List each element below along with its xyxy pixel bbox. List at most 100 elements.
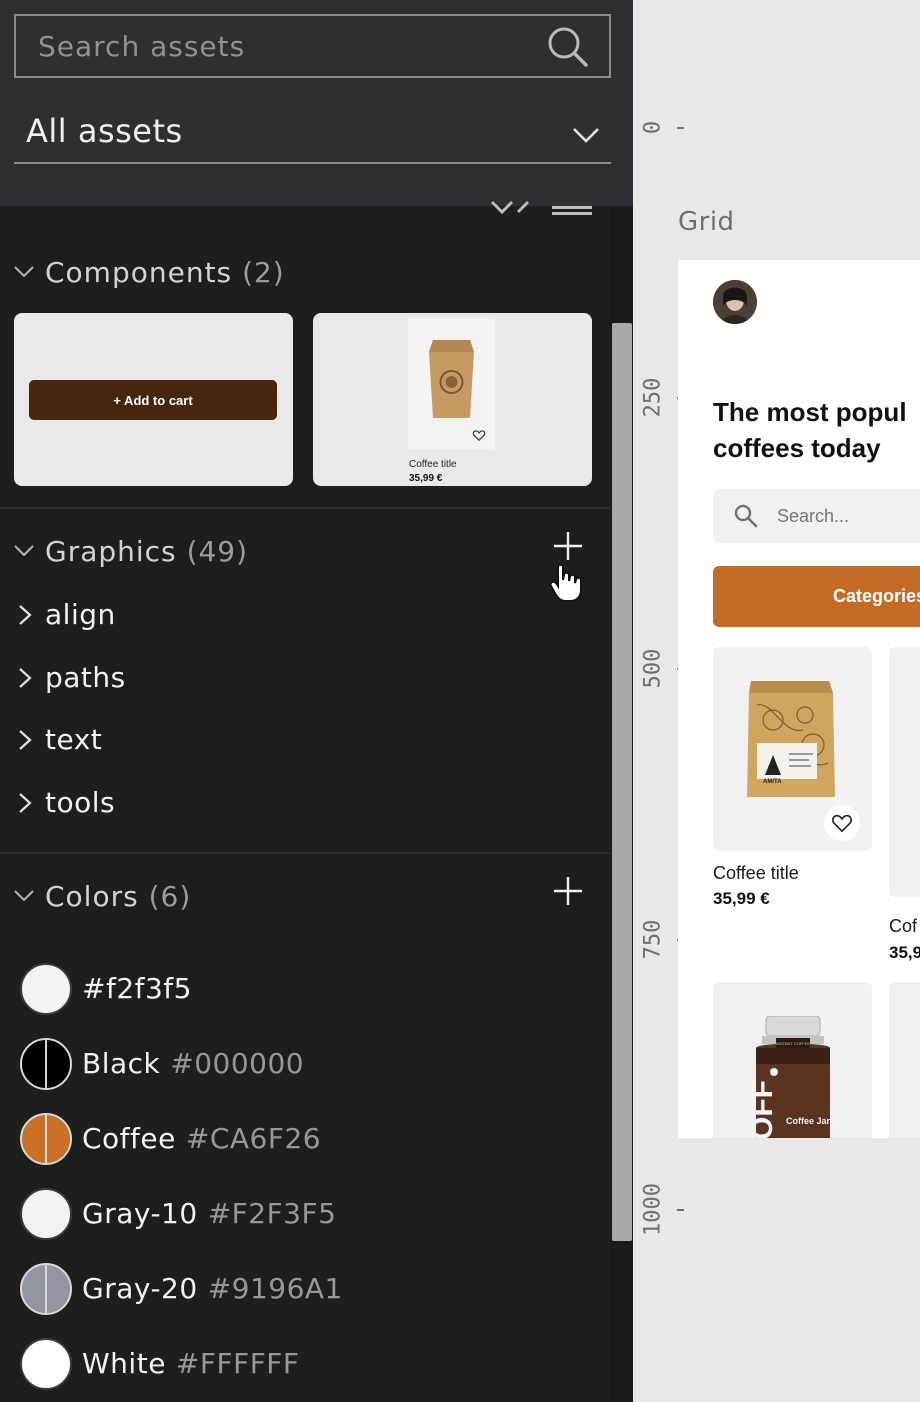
view-mode-icons[interactable] — [488, 196, 598, 218]
chevron-right-icon — [19, 605, 32, 625]
add-color-button[interactable] — [552, 875, 584, 907]
ruler-label: 0 — [640, 120, 666, 135]
jar-label-text: Coffee Jar Mockup — [786, 1116, 838, 1126]
color-name: #f2f3f5 — [82, 972, 192, 1005]
add-to-cart-button-preview: + Add to cart — [29, 380, 277, 420]
add-graphic-button[interactable] — [552, 530, 584, 562]
ruler-label: 750 — [640, 919, 666, 960]
search-placeholder: Search assets — [38, 29, 246, 63]
folder-label: text — [45, 723, 103, 756]
color-name: Coffee — [82, 1122, 176, 1155]
components-section-header[interactable]: Components (2) — [0, 247, 610, 297]
heart-icon — [472, 430, 486, 442]
jar-top-label: INSTANT COFFEE — [776, 1041, 810, 1046]
chevron-down-icon — [573, 128, 599, 143]
chevron-down-icon — [14, 266, 34, 278]
graphics-folder-tools[interactable]: tools — [0, 778, 600, 828]
color-hex: #FFFFFF — [175, 1347, 300, 1380]
ruler-label: 1000 — [640, 1183, 666, 1236]
product-card-title: Coffee title — [409, 459, 457, 470]
grid-frame[interactable]: The most popul coffees today Search... C… — [678, 260, 920, 1138]
components-count: (2) — [242, 255, 285, 289]
product-card[interactable]: AMITA — [713, 647, 872, 851]
product-image — [408, 318, 495, 450]
graphics-folder-align[interactable]: align — [0, 590, 600, 640]
component-product-card[interactable]: Coffee title 35,99 € — [313, 313, 592, 486]
folder-label: paths — [45, 661, 126, 694]
color-hex: #CA6F26 — [185, 1122, 322, 1155]
product-price: 35,99 € — [713, 889, 770, 908]
section-divider — [0, 507, 610, 509]
heart-icon — [832, 814, 852, 833]
chevron-down-icon — [14, 545, 34, 557]
folder-label: align — [45, 598, 116, 631]
chevron-down-icon — [14, 890, 34, 902]
color-swatch — [20, 1188, 72, 1240]
color-hex: #000000 — [170, 1047, 305, 1080]
ruler-tick — [677, 127, 684, 129]
search-field[interactable]: Search... — [713, 489, 920, 543]
color-hex: #F2F3F5 — [207, 1197, 337, 1230]
color-item-white[interactable]: White #FFFFFF — [20, 1338, 600, 1392]
colors-section-header[interactable]: Colors (6) — [0, 871, 610, 921]
list-view-icon — [552, 206, 592, 215]
product-card-price: 35,99 € — [409, 473, 443, 484]
assets-panel-header: Search assets All assets — [0, 0, 633, 206]
color-swatch — [20, 1263, 72, 1315]
color-name: Gray-10 — [82, 1197, 198, 1230]
color-name: Black — [82, 1047, 161, 1080]
color-swatch — [20, 1338, 72, 1390]
search-assets-input[interactable]: Search assets — [14, 14, 611, 78]
assets-panel: Search assets All assets Components (2) … — [0, 0, 633, 1402]
colors-count: (6) — [148, 879, 192, 913]
coffee-bag-image: AMITA — [747, 681, 835, 797]
chevron-right-icon — [19, 793, 32, 813]
color-swatch — [20, 963, 72, 1015]
component-add-to-cart[interactable]: + Add to cart — [14, 313, 293, 486]
scrollbar-thumb[interactable] — [612, 323, 632, 1241]
search-icon — [734, 504, 758, 528]
graphics-count: (49) — [186, 534, 249, 568]
product-price: 35,9 — [889, 943, 920, 962]
chevron-right-icon — [19, 668, 32, 688]
jar-brand-text: OFF — [748, 1080, 779, 1138]
design-canvas[interactable]: 0 250 500 750 1000 Grid The most popul c… — [633, 0, 920, 1402]
frame-label[interactable]: Grid — [678, 207, 735, 237]
categories-button-label: Categories — [833, 586, 920, 606]
colors-title: Colors — [45, 879, 139, 913]
color-name: Gray-20 — [82, 1272, 198, 1305]
sort-icon — [490, 200, 530, 215]
graphics-folder-text[interactable]: text — [0, 715, 600, 765]
search-icon[interactable] — [545, 24, 591, 70]
categories-button[interactable]: Categories — [713, 566, 920, 627]
color-item-coffee[interactable]: Coffee #CA6F26 — [20, 1113, 600, 1167]
graphics-section-header[interactable]: Graphics (49) — [0, 526, 610, 576]
color-item-black[interactable]: Black #000000 — [20, 1038, 600, 1092]
color-name: White — [82, 1347, 166, 1380]
section-divider — [0, 852, 610, 854]
color-item-gray-20[interactable]: Gray-20 #9196A1 — [20, 1263, 600, 1317]
color-hex: #9196A1 — [207, 1272, 343, 1305]
product-card[interactable] — [889, 982, 920, 1138]
product-card[interactable]: INSTANT COFFEE OFF Coffee Jar Mockup — [713, 982, 872, 1138]
avatar — [713, 280, 757, 324]
ruler-label: 250 — [640, 377, 666, 418]
components-title: Components — [45, 255, 233, 289]
assets-filter-value: All assets — [26, 112, 183, 150]
coffee-jar-image: INSTANT COFFEE OFF Coffee Jar Mockup — [748, 1016, 838, 1138]
product-card[interactable] — [889, 647, 920, 897]
color-swatch — [20, 1113, 72, 1165]
product-title: Cof — [889, 916, 918, 936]
ruler-label: 500 — [640, 648, 666, 689]
color-item-gray-10[interactable]: Gray-10 #F2F3F5 — [20, 1188, 600, 1242]
folder-label: tools — [45, 786, 116, 819]
color-swatch — [20, 1038, 72, 1090]
page-headline: The most popul coffees today — [713, 397, 907, 463]
favorite-button[interactable] — [824, 805, 860, 841]
color-item-f2f3f5[interactable]: #f2f3f5 — [20, 963, 600, 1017]
graphics-folder-paths[interactable]: paths — [0, 653, 600, 703]
assets-filter-dropdown[interactable]: All assets — [14, 100, 611, 164]
graphics-title: Graphics — [45, 534, 177, 568]
search-field-placeholder: Search... — [777, 506, 850, 526]
ruler-tick — [677, 1209, 684, 1211]
